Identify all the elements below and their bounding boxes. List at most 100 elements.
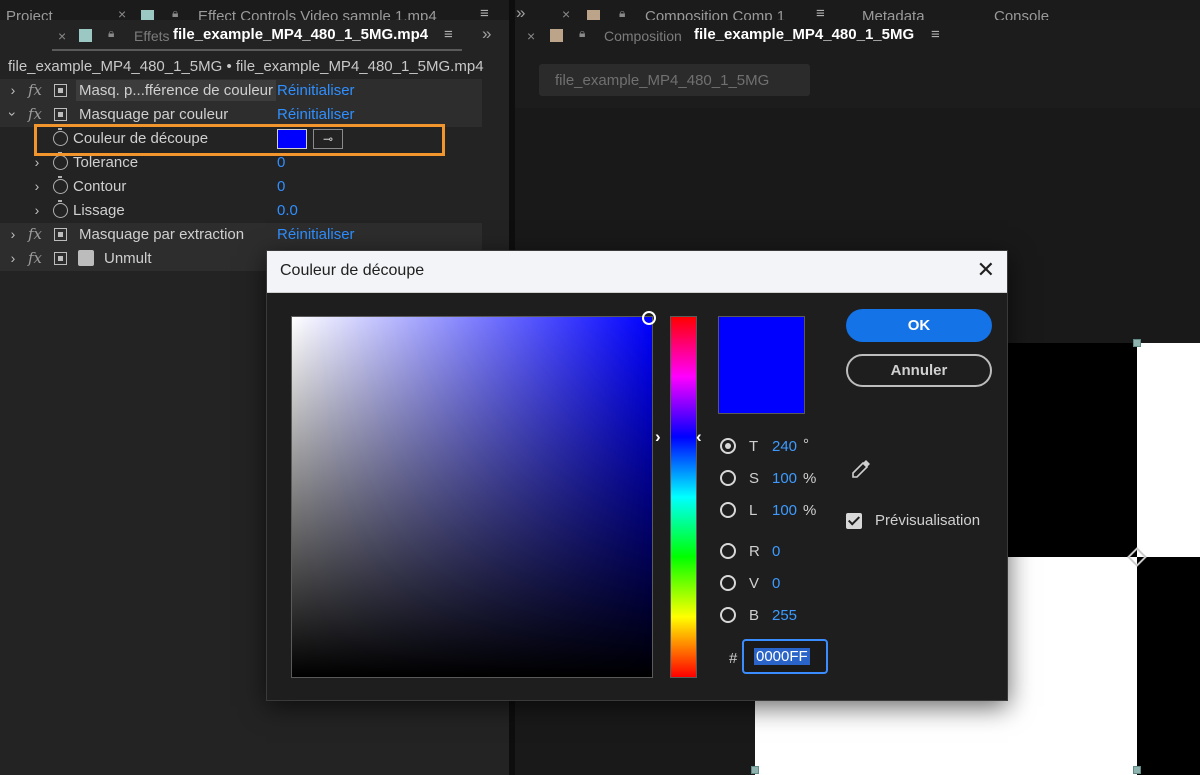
composition-chip[interactable]: file_example_MP4_480_1_5MG [539,64,810,96]
tab-project[interactable]: Project [6,8,53,20]
effect-row[interactable]: › fx Masquage par extraction Réinitialis… [0,223,482,247]
hex-input[interactable]: 0000FF [742,639,828,674]
tab-metadata[interactable]: Metadata [862,8,925,20]
field-label: V [749,575,760,592]
lock-icon[interactable]: 🔒︎ [108,26,114,41]
chevron-right-icon[interactable]: › [7,82,19,98]
field-value-s[interactable]: 100 [772,470,797,487]
preview-checkbox[interactable] [846,513,862,529]
chevron-right-icon[interactable]: › [31,178,43,194]
close-icon[interactable]: × [58,28,66,44]
property-value[interactable]: 0 [277,178,285,195]
fx-icon[interactable]: fx [28,81,42,99]
transform-handle[interactable] [1133,339,1141,347]
canvas-region [1137,343,1200,557]
effect-name: Masq. p...fférence de couleur [76,80,277,101]
field-value-r[interactable]: 0 [772,543,780,560]
effect-name: Masquage par couleur [79,106,229,123]
tab-composition-file[interactable]: file_example_MP4_480_1_5MG [694,26,914,43]
tab-composition[interactable]: Composition [604,28,682,44]
field-value-b[interactable]: 255 [772,607,797,624]
field-value-l[interactable]: 100 [772,502,797,519]
lock-icon[interactable]: 🔒︎ [172,6,178,20]
tab-effect-controls[interactable]: Effect Controls Video sample 1.mp4 [198,8,437,20]
tab-composition-comp1[interactable]: Composition Comp 1 [645,8,785,20]
close-icon[interactable]: × [527,28,535,44]
saturation-value-field[interactable] [291,311,656,678]
effect-toggle-icon[interactable] [54,252,67,265]
property-name: Lissage [73,202,125,219]
color-preview [718,316,805,414]
fx-icon[interactable]: fx [28,225,42,243]
eyedropper-icon[interactable] [849,457,873,481]
canvas-region [1137,557,1200,775]
reset-link[interactable]: Réinitialiser [277,82,355,99]
tab-effets[interactable]: Effets [134,28,170,44]
fx-icon[interactable]: fx [28,249,42,267]
effect-toggle-icon[interactable] [54,84,67,97]
stopwatch-icon[interactable] [53,176,68,194]
field-label: S [749,470,760,487]
preview-checkbox-label[interactable]: Prévisualisation [875,512,980,529]
tab-console[interactable]: Console [994,8,1049,20]
panel-color-icon [141,10,154,20]
radio-v[interactable] [720,575,736,591]
chevron-double-icon[interactable]: » [516,3,525,20]
transform-handle[interactable] [1133,766,1141,774]
property-row[interactable]: › Contour 0 [0,175,482,199]
property-value[interactable]: 0.0 [277,202,298,219]
hue-slider-arrow-left-icon[interactable]: ‹ [696,427,702,447]
dialog-title-bar: Couleur de découpe ✕ [267,251,1007,293]
transform-handle[interactable] [751,766,759,774]
chevron-down-icon[interactable]: › [5,108,21,120]
color-picker-dialog: Couleur de découpe ✕ › ‹ T 240 ° S 100 %… [266,250,1008,701]
property-value[interactable]: 0 [277,154,285,171]
field-value-t[interactable]: 240 [772,438,797,455]
close-icon[interactable]: ✕ [977,259,995,281]
radio-t[interactable] [720,438,736,454]
hex-value: 0000FF [754,648,810,665]
property-name: Contour [73,178,127,195]
property-name: Tolerance [73,154,139,171]
reset-link[interactable]: Réinitialiser [277,106,355,123]
radio-s[interactable] [720,470,736,486]
color-cursor[interactable] [642,311,656,325]
chevron-right-icon[interactable]: › [7,250,19,266]
field-unit: % [803,470,817,487]
hex-prefix: # [729,650,738,667]
hue-slider-arrow-right-icon[interactable]: › [655,427,661,447]
menu-icon[interactable]: ≡ [480,5,489,20]
menu-icon[interactable]: ≡ [931,26,940,43]
radio-b[interactable] [720,607,736,623]
hue-slider[interactable] [670,316,697,678]
chevron-right-icon[interactable]: › [7,226,19,242]
panel-color-icon [550,29,563,42]
effect-row[interactable]: › fx Masq. p...fférence de couleur Réini… [0,79,482,103]
close-icon[interactable]: × [562,6,570,20]
radio-r[interactable] [720,543,736,559]
fx-icon[interactable]: fx [28,105,42,123]
ok-button[interactable]: OK [846,309,992,342]
effect-toggle-icon[interactable] [54,228,67,241]
lock-icon[interactable]: 🔒︎ [619,6,625,20]
stopwatch-icon[interactable] [53,200,68,218]
field-label: T [749,438,759,455]
cancel-button[interactable]: Annuler [846,354,992,387]
property-row[interactable]: › Lissage 0.0 [0,199,482,223]
close-icon[interactable]: × [118,6,126,20]
menu-icon[interactable]: ≡ [816,5,825,20]
field-value-v[interactable]: 0 [772,575,780,592]
effect-toggle-icon[interactable] [54,108,67,121]
reset-link[interactable]: Réinitialiser [277,226,355,243]
lock-icon[interactable]: 🔒︎ [579,26,585,41]
tab-underline [52,49,462,51]
chevron-right-icon[interactable]: › [31,202,43,218]
menu-icon[interactable]: ≡ [444,26,453,43]
highlight-box [34,124,445,156]
breadcrumb: file_example_MP4_480_1_5MG • file_exampl… [8,58,484,75]
stopwatch-icon[interactable] [53,152,68,170]
chevron-right-icon[interactable]: › [31,154,43,170]
radio-l[interactable] [720,502,736,518]
tab-effect-controls-file[interactable]: file_example_MP4_480_1_5MG.mp4 [173,26,428,43]
chevron-double-icon[interactable]: » [482,24,491,44]
